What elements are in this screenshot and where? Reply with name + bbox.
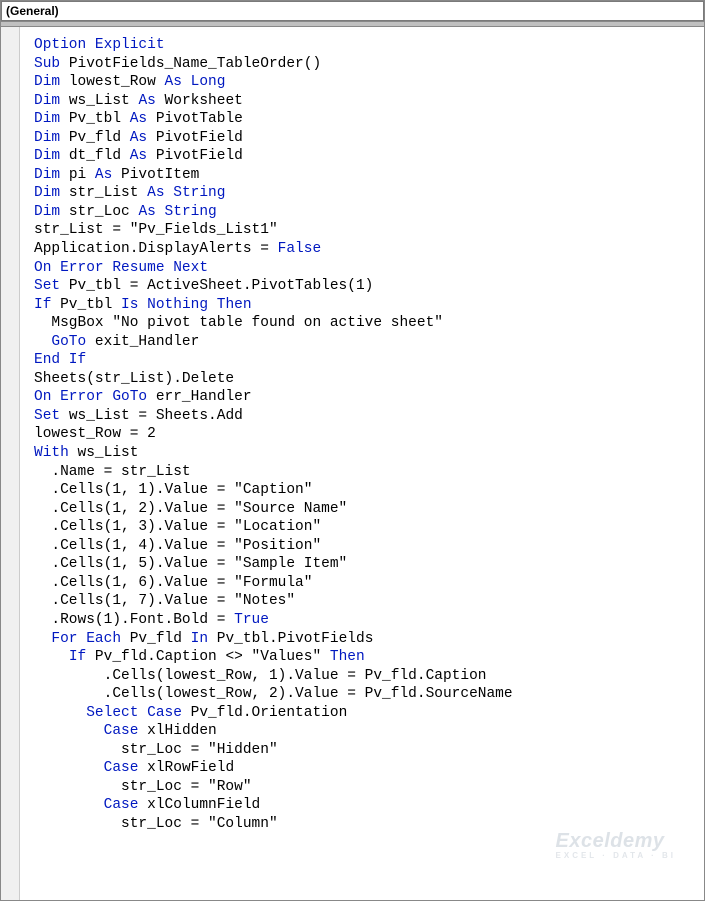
code-window-header: (General) xyxy=(0,0,705,21)
code-pane[interactable]: Option Explicit Sub PivotFields_Name_Tab… xyxy=(20,22,704,900)
code-editor: Option Explicit Sub PivotFields_Name_Tab… xyxy=(0,21,705,901)
object-dropdown[interactable]: (General) xyxy=(1,1,704,21)
dropdown-label: (General) xyxy=(6,4,59,18)
margin-indicator-bar xyxy=(1,22,20,900)
